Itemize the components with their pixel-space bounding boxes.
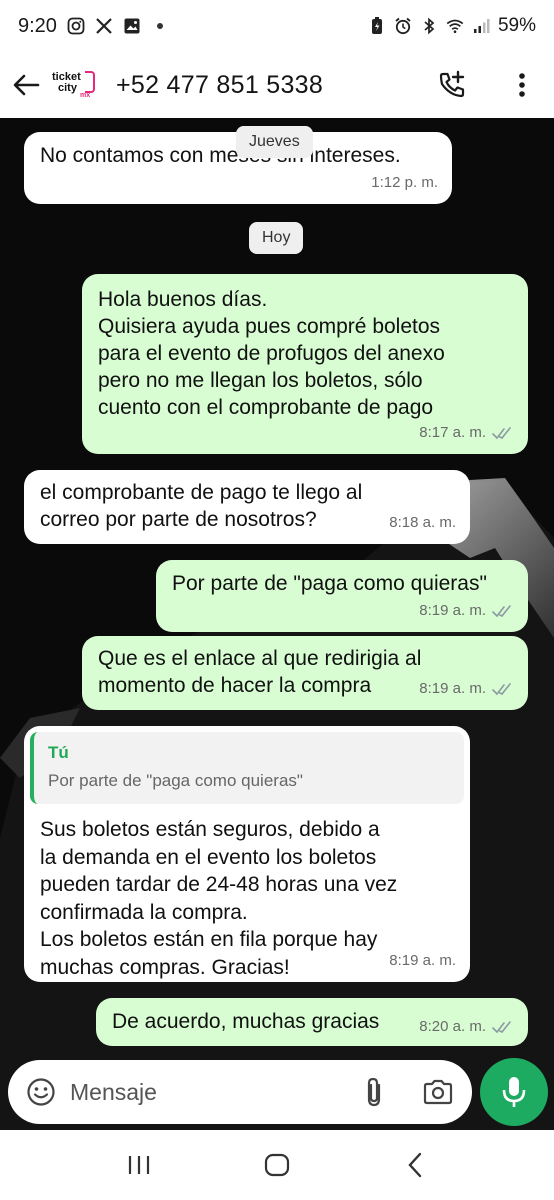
read-ticks-icon xyxy=(492,604,511,617)
gallery-icon xyxy=(123,17,141,35)
message-meta: 8:19 a. m. xyxy=(419,675,514,702)
message-meta: 8:20 a. m. xyxy=(419,1013,514,1040)
instagram-icon xyxy=(67,17,85,35)
add-call-icon[interactable] xyxy=(434,67,470,103)
dot-icon xyxy=(151,17,169,35)
read-ticks-icon xyxy=(492,426,511,439)
quoted-message[interactable]: Tú Por parte de "paga como quieras" xyxy=(30,732,464,804)
contact-avatar-logo[interactable]: ticket city mx xyxy=(50,67,100,103)
message-meta: 8:19 a. m. xyxy=(419,597,514,624)
message-time: 8:18 a. m. xyxy=(389,514,456,531)
bluetooth-icon xyxy=(420,17,438,35)
message-text: Por parte de "paga como quieras" xyxy=(172,572,487,595)
alarm-icon xyxy=(394,17,412,35)
date-chip-jueves-overlay: Jueves xyxy=(236,126,313,158)
message-meta: 8:17 a. m. xyxy=(419,419,514,446)
message-composer xyxy=(8,1060,472,1124)
message-input[interactable] xyxy=(70,1078,330,1106)
message-incoming[interactable]: el comprobante de pago te llego al corre… xyxy=(24,470,470,544)
date-chip-hoy: Hoy xyxy=(249,222,304,254)
read-ticks-icon xyxy=(492,682,511,695)
battery-percentage: 59% xyxy=(497,15,536,36)
read-ticks-icon xyxy=(492,1020,511,1033)
mic-icon xyxy=(502,1077,526,1107)
battery-saver-icon xyxy=(368,17,386,35)
home-icon[interactable] xyxy=(257,1145,297,1185)
message-text: Hola buenos días. Quisiera ayuda pues co… xyxy=(98,288,445,419)
system-nav-bar xyxy=(0,1130,554,1200)
message-incoming-reply[interactable]: Tú Por parte de "paga como quieras" Sus … xyxy=(24,726,470,982)
contact-name[interactable]: +52 477 851 5338 xyxy=(116,71,323,100)
signal-icon xyxy=(472,17,490,35)
status-time: 9:20 xyxy=(18,14,57,37)
chat-header: ticket city mx +52 477 851 5338 xyxy=(0,52,554,118)
message-time: 1:12 p. m. xyxy=(371,174,438,191)
recent-apps-icon[interactable] xyxy=(119,1145,159,1185)
emoji-icon[interactable] xyxy=(24,1075,58,1109)
wifi-icon xyxy=(446,17,464,35)
mic-button[interactable] xyxy=(480,1058,548,1126)
back-nav-icon[interactable] xyxy=(395,1145,435,1185)
message-outgoing[interactable]: Que es el enlace al que redirigia al mom… xyxy=(82,636,528,710)
message-time: 8:19 a. m. xyxy=(389,952,456,969)
message-outgoing[interactable]: Hola buenos días. Quisiera ayuda pues co… xyxy=(82,274,528,454)
x-icon xyxy=(95,17,113,35)
message-outgoing[interactable]: De acuerdo, muchas gracias 8:20 a. m. xyxy=(96,998,528,1046)
message-outgoing[interactable]: Por parte de "paga como quieras" 8:19 a.… xyxy=(156,560,528,632)
attach-icon[interactable] xyxy=(356,1074,392,1110)
more-vert-icon[interactable] xyxy=(504,67,540,103)
quote-text: Por parte de "paga como quieras" xyxy=(48,771,303,790)
chat-area[interactable]: Jueves No contamos con meses sin interes… xyxy=(0,118,554,1130)
camera-icon[interactable] xyxy=(420,1074,456,1110)
back-arrow-icon[interactable] xyxy=(8,67,44,103)
quote-author: Tú xyxy=(48,743,69,762)
status-bar: 9:20 59% xyxy=(0,0,554,52)
